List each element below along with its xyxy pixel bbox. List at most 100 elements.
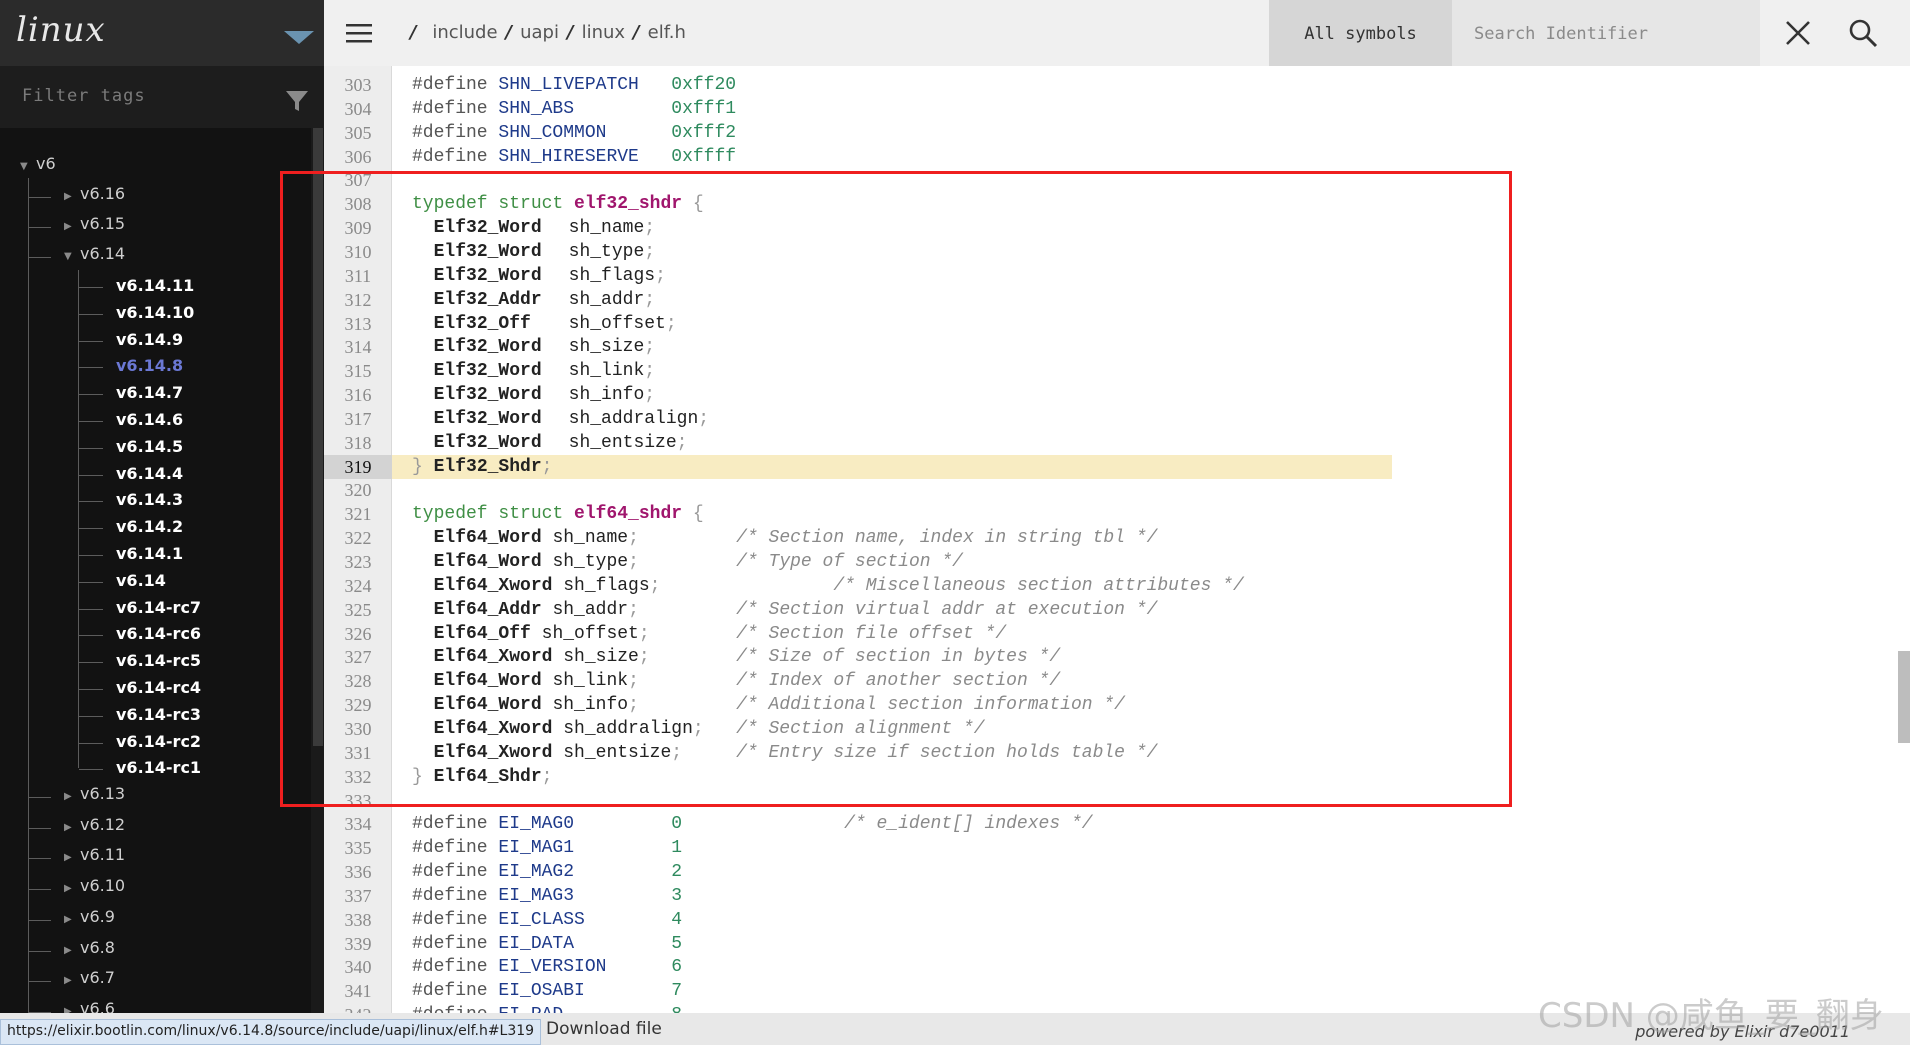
version-item[interactable]: ▶ v6.13: [64, 784, 125, 803]
line-number[interactable]: 333: [324, 789, 392, 813]
struct-name[interactable]: elf64_shdr: [574, 504, 682, 524]
struct-name[interactable]: elf32_shdr: [574, 194, 682, 214]
line-number[interactable]: 320: [324, 478, 392, 502]
line-number[interactable]: 332: [324, 765, 392, 789]
line-number[interactable]: 306: [324, 145, 392, 169]
version-item[interactable]: v6.14-rc4: [116, 678, 201, 697]
version-item[interactable]: ▶ v6.10: [64, 876, 125, 895]
line-number[interactable]: 303: [324, 73, 392, 97]
line-number[interactable]: 311: [324, 264, 392, 288]
line-number[interactable]: 334: [324, 812, 392, 836]
macro-name[interactable]: SHN_COMMON: [498, 123, 606, 143]
version-item[interactable]: v6.14.4: [116, 464, 183, 483]
line-number[interactable]: 323: [324, 550, 392, 574]
macro-name[interactable]: SHN_LIVEPATCH: [498, 75, 638, 95]
type-name[interactable]: Elf64_Xword: [434, 576, 553, 596]
line-number[interactable]: 308: [324, 192, 392, 216]
type-name[interactable]: Elf32_Word: [434, 385, 542, 405]
version-root[interactable]: ▼ v6: [20, 154, 56, 173]
line-number[interactable]: 317: [324, 407, 392, 431]
type-name[interactable]: Elf64_Xword: [434, 719, 553, 739]
line-number[interactable]: 335: [324, 836, 392, 860]
line-number[interactable]: 310: [324, 240, 392, 264]
typedef-name[interactable]: Elf64_Shdr: [434, 767, 542, 787]
macro-name[interactable]: EI_MAG0: [498, 814, 574, 834]
line-number[interactable]: 316: [324, 383, 392, 407]
version-item[interactable]: ▶ v6.9: [64, 907, 115, 926]
line-number[interactable]: 324: [324, 574, 392, 598]
version-item[interactable]: v6.14-rc7: [116, 598, 201, 617]
line-number[interactable]: 326: [324, 622, 392, 646]
version-item[interactable]: ▶ v6.7: [64, 968, 115, 987]
breadcrumb-root[interactable]: /: [410, 22, 417, 43]
version-item[interactable]: ▶ v6.11: [64, 845, 125, 864]
line-number[interactable]: 336: [324, 860, 392, 884]
line-number[interactable]: 341: [324, 979, 392, 1003]
line-number[interactable]: 319: [324, 455, 392, 479]
type-name[interactable]: Elf64_Word: [434, 671, 542, 691]
macro-name[interactable]: SHN_HIRESERVE: [498, 147, 638, 167]
line-number[interactable]: 331: [324, 741, 392, 765]
macro-name[interactable]: EI_MAG1: [498, 838, 574, 858]
filter-icon[interactable]: [284, 88, 310, 114]
line-number[interactable]: 338: [324, 908, 392, 932]
version-item[interactable]: v6.14-rc3: [116, 705, 201, 724]
version-item[interactable]: ▶ v6.8: [64, 938, 115, 957]
version-item[interactable]: v6.14.9: [116, 330, 183, 349]
breadcrumb-uapi[interactable]: uapi: [520, 22, 559, 43]
type-name[interactable]: Elf32_Addr: [434, 290, 542, 310]
macro-name[interactable]: EI_CLASS: [498, 910, 584, 930]
line-number[interactable]: 315: [324, 359, 392, 383]
type-name[interactable]: Elf64_Off: [434, 624, 531, 644]
project-selector[interactable]: linux: [0, 0, 324, 66]
version-item[interactable]: v6.14: [116, 571, 166, 590]
line-number[interactable]: 327: [324, 645, 392, 669]
type-name[interactable]: Elf32_Word: [434, 337, 542, 357]
line-number[interactable]: 312: [324, 288, 392, 312]
breadcrumb-linux[interactable]: linux: [582, 22, 625, 43]
version-item-active[interactable]: v6.14.8: [116, 356, 183, 375]
type-name[interactable]: Elf32_Word: [434, 409, 542, 429]
version-item[interactable]: v6.14.11: [116, 276, 194, 295]
line-number[interactable]: 337: [324, 884, 392, 908]
line-number[interactable]: 340: [324, 955, 392, 979]
hamburger-menu-icon[interactable]: [346, 22, 372, 44]
line-number[interactable]: 339: [324, 932, 392, 956]
type-name[interactable]: Elf64_Word: [434, 695, 542, 715]
line-number[interactable]: 322: [324, 526, 392, 550]
version-item[interactable]: v6.14-rc2: [116, 732, 201, 751]
macro-name[interactable]: EI_OSABI: [498, 981, 584, 1001]
line-number[interactable]: 329: [324, 693, 392, 717]
line-number[interactable]: 304: [324, 97, 392, 121]
sidebar-scrollbar-thumb[interactable]: [313, 128, 323, 746]
line-number[interactable]: 321: [324, 502, 392, 526]
type-name[interactable]: Elf32_Word: [434, 218, 542, 238]
version-item[interactable]: ▶ v6.15: [64, 214, 125, 233]
version-item[interactable]: v6.14.1: [116, 544, 183, 563]
type-name[interactable]: Elf64_Word: [434, 552, 542, 572]
version-item[interactable]: v6.14.10: [116, 303, 194, 322]
breadcrumb-include[interactable]: include: [432, 22, 497, 43]
line-number[interactable]: 313: [324, 312, 392, 336]
line-number[interactable]: 309: [324, 216, 392, 240]
all-symbols-dropdown[interactable]: All symbols: [1269, 0, 1452, 66]
line-number[interactable]: 330: [324, 717, 392, 741]
version-item[interactable]: v6.14.5: [116, 437, 183, 456]
version-item[interactable]: ▼ v6.14: [64, 244, 125, 263]
line-number[interactable]: 314: [324, 335, 392, 359]
type-name[interactable]: Elf64_Addr: [434, 600, 542, 620]
version-item[interactable]: v6.14-rc6: [116, 624, 201, 643]
close-icon[interactable]: [1784, 19, 1812, 47]
type-name[interactable]: Elf32_Off: [434, 314, 531, 334]
type-name[interactable]: Elf64_Word: [434, 528, 542, 548]
macro-name[interactable]: SHN_ABS: [498, 99, 574, 119]
type-name[interactable]: Elf32_Word: [434, 266, 542, 286]
type-name[interactable]: Elf64_Xword: [434, 647, 553, 667]
type-name[interactable]: Elf64_Xword: [434, 743, 553, 763]
macro-name[interactable]: EI_DATA: [498, 934, 574, 954]
version-item[interactable]: v6.14.2: [116, 517, 183, 536]
type-name[interactable]: Elf32_Word: [434, 242, 542, 262]
line-number[interactable]: 305: [324, 121, 392, 145]
version-item[interactable]: v6.14.7: [116, 383, 183, 402]
search-icon[interactable]: [1848, 18, 1878, 48]
